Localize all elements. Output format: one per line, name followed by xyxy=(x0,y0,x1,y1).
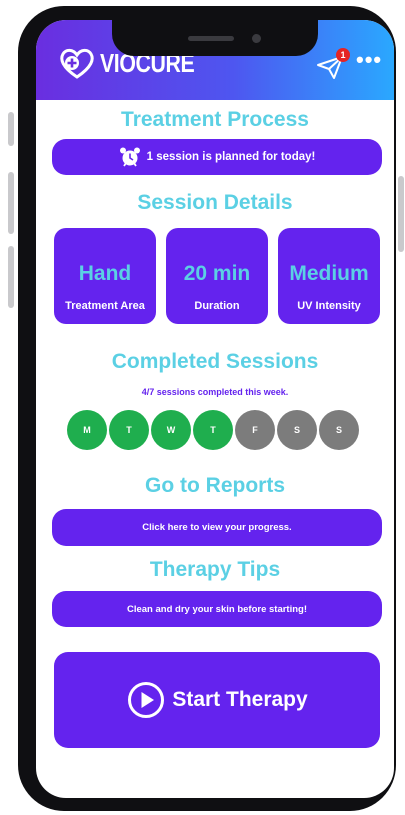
session-details-title: Session Details xyxy=(137,191,293,214)
play-circle-icon xyxy=(128,682,165,718)
treatment-process-title: Treatment Process xyxy=(121,108,309,131)
duration-label: Duration xyxy=(194,300,240,312)
day-tuesday[interactable]: T xyxy=(109,410,149,450)
alarm-clock-icon xyxy=(119,147,140,167)
more-icon[interactable]: ••• xyxy=(356,49,382,71)
therapy-tips-title: Therapy Tips xyxy=(149,558,281,581)
treatment-area-label: Treatment Area xyxy=(65,300,145,312)
uv-intensity-card: Medium UV Intensity xyxy=(278,228,380,324)
duration-value: 20 min xyxy=(183,262,251,285)
start-therapy-label: Start Therapy xyxy=(172,688,308,711)
power-button xyxy=(398,176,404,252)
app-screen: VIOCURE 1 ••• Treatment Process 1 sessio… xyxy=(36,20,394,798)
phone-notch xyxy=(112,20,318,56)
notifications-button[interactable]: 1 xyxy=(316,48,350,80)
duration-card: 20 min Duration xyxy=(166,228,268,324)
sessions-summary: 4/7 sessions completed this week. xyxy=(141,387,289,397)
treatment-area-value: Hand xyxy=(78,262,132,285)
notch-camera xyxy=(252,34,261,43)
day-sunday[interactable]: S xyxy=(319,410,359,450)
start-therapy-button[interactable]: Start Therapy xyxy=(54,652,380,748)
day-friday[interactable]: F xyxy=(235,410,275,450)
uv-intensity-label: UV Intensity xyxy=(297,300,361,312)
volume-down-button xyxy=(8,246,14,308)
therapy-tip: Clean and dry your skin before starting! xyxy=(52,591,382,627)
heart-plus-icon xyxy=(60,48,94,79)
notch-speaker xyxy=(188,36,234,41)
uv-intensity-value: Medium xyxy=(289,262,369,285)
completed-sessions-title: Completed Sessions xyxy=(111,350,319,373)
day-saturday[interactable]: S xyxy=(277,410,317,450)
day-thursday[interactable]: T xyxy=(193,410,233,450)
day-wednesday[interactable]: W xyxy=(151,410,191,450)
treatment-area-card: Hand Treatment Area xyxy=(54,228,156,324)
day-monday[interactable]: M xyxy=(67,410,107,450)
phone-side-button xyxy=(8,112,14,146)
notification-badge: 1 xyxy=(336,48,350,62)
volume-up-button xyxy=(8,172,14,234)
reports-title: Go to Reports xyxy=(145,474,285,497)
today-session-banner: 1 session is planned for today! xyxy=(52,139,382,175)
today-session-text: 1 session is planned for today! xyxy=(146,151,316,163)
weekday-tracker: M T W T F S S xyxy=(67,410,359,450)
view-progress-button[interactable]: Click here to view your progress. xyxy=(52,509,382,546)
